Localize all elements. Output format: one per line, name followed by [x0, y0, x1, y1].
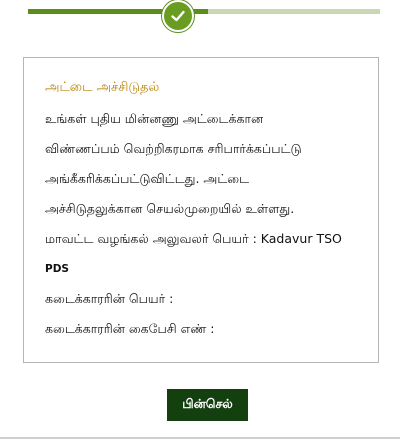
shopkeeper-name-label: கடைக்காரரின் பெயர் :: [45, 291, 174, 306]
status-message-line-4: அச்சிடுதலுக்கான செயல்முறையில் உள்ளது.: [45, 201, 295, 216]
status-title: அட்டை அச்சிடுதல்: [45, 80, 160, 95]
status-message-line-1: உங்கள் புதிய மின்னணு அட்டைக்கான: [45, 111, 264, 126]
progress-line-remaining: [208, 9, 380, 14]
application-status-page: அட்டை அச்சிடுதல் உங்கள் புதிய மின்னணு அட…: [0, 0, 400, 439]
status-message-line-3: அங்கீகரிக்கப்பட்டுவிட்டது. அட்டை: [45, 171, 250, 186]
back-button[interactable]: பின்செல்: [167, 389, 248, 421]
shopkeeper-mobile-label: கடைக்காரரின் கைபேசி எண் :: [45, 321, 215, 336]
checkmark-icon: [171, 10, 185, 22]
card-printing-status-panel: அட்டை அச்சிடுதல் உங்கள் புதிய மின்னணு அட…: [23, 57, 379, 363]
status-message-line-2: விண்ணப்பம் வெற்றிகரமாக சரிபார்க்கப்பட்டு: [45, 141, 302, 156]
step-complete-marker: [162, 0, 194, 32]
district-supply-officer-label: மாவட்ட வழங்கல் அலுவலர் பெயர் : Kadavur T…: [45, 231, 342, 246]
progress-stepper: [0, 0, 400, 34]
district-supply-officer-name-continued: PDS: [45, 263, 69, 275]
